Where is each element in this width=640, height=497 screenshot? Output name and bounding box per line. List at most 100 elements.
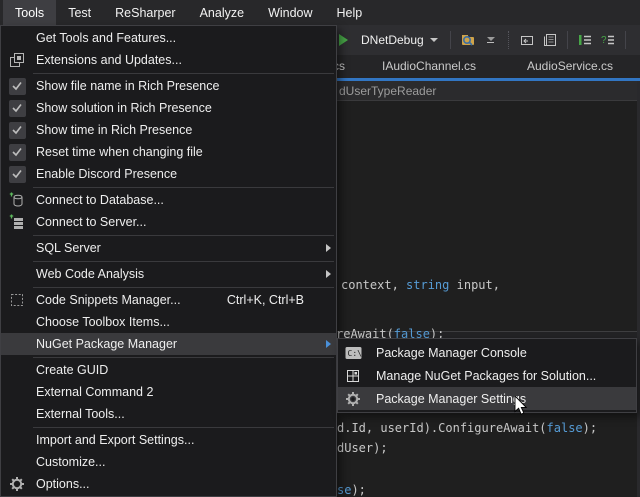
visual-studio-window: context, string input,reAwait(false);d.I… (0, 0, 640, 497)
menu-item-enable-discord-presence[interactable]: Enable Discord Presence (1, 163, 336, 185)
database-connect-icon (1, 189, 33, 211)
menu-item-label: Show file name in Rich Presence (36, 79, 320, 93)
submenu-item-package-manager-settings[interactable]: Package Manager Settings (338, 387, 636, 410)
menu-item-label: Customize... (36, 455, 320, 469)
nuget-submenu: C:\ Package Manager Console Manage NuGet P… (337, 338, 637, 413)
menubar-item-help[interactable]: Help (325, 0, 375, 25)
menu-item-shortcut: Ctrl+K, Ctrl+B (227, 293, 304, 307)
menu-item-label: Reset time when changing file (36, 145, 320, 159)
console-icon: C:\ (338, 341, 368, 364)
svg-text:?: ? (601, 35, 607, 46)
menu-item-show-file-name-in-rich-presence[interactable]: Show file name in Rich Presence (1, 75, 336, 97)
menu-item-external-tools[interactable]: External Tools... (1, 403, 336, 425)
submenu-item-label: Manage NuGet Packages for Solution... (376, 369, 596, 383)
menu-icon-empty (1, 237, 33, 259)
menu-item-label: External Command 2 (36, 385, 320, 399)
main-menu-bar: ToolsTestReSharperAnalyzeWindowHelp (0, 0, 640, 25)
mouse-cursor (514, 396, 528, 421)
code-token: se (337, 483, 351, 497)
menu-icon-empty (1, 333, 33, 355)
server-connect-icon (1, 211, 33, 233)
navigate-tab-icon[interactable] (518, 31, 536, 49)
code-token: context, (341, 278, 406, 292)
chevron-down-icon (430, 38, 438, 42)
menu-item-label: Choose Toolbox Items... (36, 315, 320, 329)
menu-item-label: Create GUID (36, 363, 320, 377)
menu-item-external-command-2[interactable]: External Command 2 (1, 381, 336, 403)
menubar-item-tools[interactable]: Tools (3, 0, 56, 25)
menu-item-label: NuGet Package Manager (36, 337, 320, 351)
snippets-icon (1, 289, 33, 311)
menu-item-sql-server[interactable]: SQL Server (1, 237, 336, 259)
indent-lines-icon[interactable] (576, 31, 594, 49)
menubar-item-window[interactable]: Window (256, 0, 324, 25)
menu-item-web-code-analysis[interactable]: Web Code Analysis (1, 263, 336, 285)
submenu-item-manage-nuget-packages-for-solution[interactable]: Manage NuGet Packages for Solution... (338, 364, 636, 387)
debug-target-label: DNetDebug (361, 33, 424, 47)
menu-item-label: Code Snippets Manager... (36, 293, 227, 307)
breadcrumb-type-label: dUserTypeReader (339, 84, 436, 98)
code-token: ); (583, 421, 597, 435)
gear-icon (1, 473, 33, 495)
menu-icon-empty (1, 359, 33, 381)
check-icon (1, 141, 33, 163)
menu-icon-empty (1, 311, 33, 333)
code-token: input, (449, 278, 500, 292)
toolbar-separator (508, 31, 510, 49)
menu-icon-empty (1, 27, 33, 49)
code-token: false (547, 421, 583, 435)
submenu-arrow-icon (320, 340, 336, 348)
menu-item-connect-to-server[interactable]: Connect to Server... (1, 211, 336, 233)
menu-item-label: Get Tools and Features... (36, 31, 320, 45)
menu-item-import-and-export-settings[interactable]: Import and Export Settings... (1, 429, 336, 451)
menu-item-show-time-in-rich-presence[interactable]: Show time in Rich Presence (1, 119, 336, 141)
tools-menu-dropdown: Get Tools and Features... Extensions and … (0, 25, 337, 497)
menu-item-connect-to-database[interactable]: Connect to Database... (1, 189, 336, 211)
find-in-files-icon[interactable] (459, 31, 477, 49)
check-icon (1, 97, 33, 119)
extensions-icon (1, 49, 33, 71)
code-token: d.Id, userId).ConfigureAwait( (337, 421, 547, 435)
code-token: ); (351, 483, 365, 497)
menu-item-reset-time-when-changing-file[interactable]: Reset time when changing file (1, 141, 336, 163)
toolbar-separator (450, 31, 451, 49)
check-icon (1, 75, 33, 97)
menu-item-show-solution-in-rich-presence[interactable]: Show solution in Rich Presence (1, 97, 336, 119)
menubar-item-test[interactable]: Test (56, 0, 103, 25)
menubar-item-analyze[interactable]: Analyze (188, 0, 256, 25)
menu-item-extensions-and-updates[interactable]: Extensions and Updates... (1, 49, 336, 71)
code-line: context, string input, (341, 278, 500, 292)
submenu-item-label: Package Manager Settings (376, 392, 526, 406)
submenu-item-package-manager-console[interactable]: C:\ Package Manager Console (338, 341, 636, 364)
menu-icon-empty (1, 263, 33, 285)
menu-item-options[interactable]: Options... (1, 473, 336, 495)
find-options-dropdown-icon[interactable] (482, 31, 500, 49)
tab-iaudiochannel-cs[interactable]: IAudioChannel.cs (382, 59, 476, 73)
menu-item-nuget-package-manager[interactable]: NuGet Package Manager (1, 333, 336, 355)
format-lines-icon[interactable]: ? (599, 31, 617, 49)
check-icon (1, 119, 33, 141)
code-line: d.Id, userId).ConfigureAwait(false); (337, 421, 597, 435)
tab-audioservice-cs[interactable]: AudioService.cs (527, 59, 613, 73)
menu-item-label: Connect to Server... (36, 215, 320, 229)
toolbar-separator (567, 31, 568, 49)
menu-item-create-guid[interactable]: Create GUID (1, 359, 336, 381)
code-token: dUser); (337, 441, 388, 455)
menubar-item-resharper[interactable]: ReSharper (103, 0, 187, 25)
submenu-arrow-icon (320, 244, 336, 252)
menu-icon-empty (1, 451, 33, 473)
debug-target-dropdown[interactable]: DNetDebug (357, 31, 442, 49)
menu-item-code-snippets-manager[interactable]: Code Snippets Manager...Ctrl+K, Ctrl+B (1, 289, 336, 311)
menu-icon-empty (1, 381, 33, 403)
menu-item-label: Show solution in Rich Presence (36, 101, 320, 115)
submenu-item-label: Package Manager Console (376, 346, 527, 360)
code-token: string (406, 278, 449, 292)
menu-item-customize[interactable]: Customize... (1, 451, 336, 473)
menu-item-get-tools-and-features[interactable]: Get Tools and Features... (1, 27, 336, 49)
svg-text:C:\: C:\ (347, 349, 362, 358)
submenu-arrow-icon (320, 270, 336, 278)
menu-item-label: Enable Discord Presence (36, 167, 320, 181)
gear-icon (338, 387, 368, 410)
menu-item-choose-toolbox-items[interactable]: Choose Toolbox Items... (1, 311, 336, 333)
copy-lines-icon[interactable] (541, 31, 559, 49)
